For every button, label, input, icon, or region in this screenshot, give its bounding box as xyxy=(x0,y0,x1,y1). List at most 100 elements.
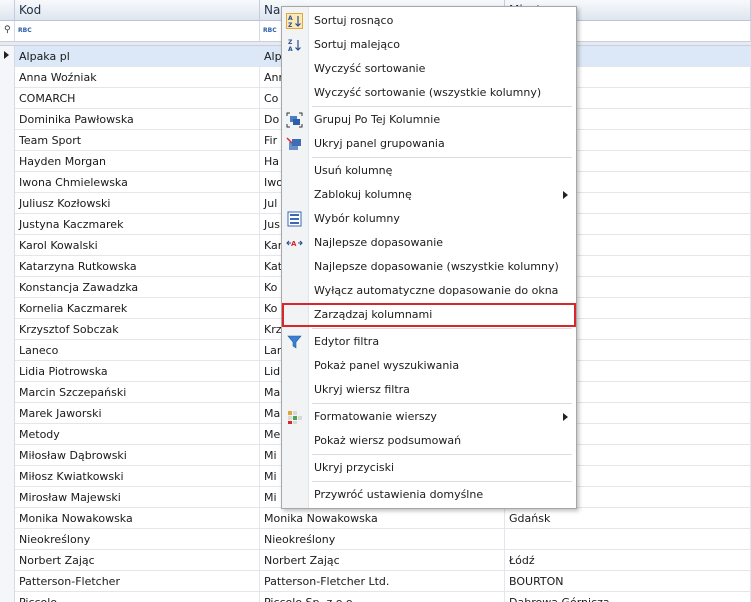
row-indicator[interactable] xyxy=(0,151,15,172)
row-indicator[interactable] xyxy=(0,172,15,193)
row-indicator[interactable] xyxy=(0,130,15,151)
row-indicator[interactable] xyxy=(0,361,15,382)
submenu-arrow-icon xyxy=(563,413,568,421)
best-fit-icon: A xyxy=(286,235,303,251)
cell-kod[interactable]: Dominika Pawłowska xyxy=(15,109,260,130)
row-indicator[interactable] xyxy=(0,67,15,88)
cell-kod[interactable]: Justyna Kaczmarek xyxy=(15,214,260,235)
menu-item-usun-kolumne[interactable]: Usuń kolumnę xyxy=(282,159,576,183)
row-indicator[interactable] xyxy=(0,529,15,550)
menu-item-label: Przywróć ustawienia domyślne xyxy=(314,488,484,501)
menu-item-label: Pokaż panel wyszukiwania xyxy=(314,359,460,372)
menu-item-pokaz-wiersz-podsumowan[interactable]: Pokaż wiersz podsumowań xyxy=(282,429,576,453)
table-row[interactable]: Norbert Zając Norbert Zając Łódź xyxy=(0,550,751,571)
cell-miasto[interactable]: Gdańsk xyxy=(505,508,751,529)
row-indicator[interactable] xyxy=(0,277,15,298)
cell-kod[interactable]: Alpaka pl xyxy=(15,46,260,67)
cell-nazwa[interactable]: Norbert Zając xyxy=(260,550,505,571)
menu-item-ukryj-przyciski[interactable]: Ukryj przyciski xyxy=(282,456,576,480)
cell-kod[interactable]: COMARCH xyxy=(15,88,260,109)
menu-item-wylacz-automatyczne-dopasowanie-do-okna[interactable]: Wyłącz automatyczne dopasowanie do okna xyxy=(282,279,576,303)
menu-item-wyczysc-sortowanie[interactable]: Wyczyść sortowanie xyxy=(282,57,576,81)
cell-nazwa[interactable]: Nieokreślony xyxy=(260,529,505,550)
row-indicator[interactable] xyxy=(0,319,15,340)
cell-kod[interactable]: Mirosław Majewski xyxy=(15,487,260,508)
menu-item-sortuj-malejaco[interactable]: Z A Sortuj malejąco xyxy=(282,33,576,57)
cell-kod[interactable]: Juliusz Kozłowski xyxy=(15,193,260,214)
cell-kod[interactable]: Norbert Zając xyxy=(15,550,260,571)
cell-kod[interactable]: Marcin Szczepański xyxy=(15,382,260,403)
menu-item-wyczysc-sortowanie-wszystkie-kolumny[interactable]: Wyczyść sortowanie (wszystkie kolumny) xyxy=(282,81,576,105)
cell-kod[interactable]: Monika Nowakowska xyxy=(15,508,260,529)
row-indicator[interactable] xyxy=(0,403,15,424)
row-indicator[interactable] xyxy=(0,235,15,256)
menu-item-formatowanie-wierszy[interactable]: Formatowanie wierszy xyxy=(282,405,576,429)
cell-miasto[interactable]: Dąbrowa Górnicza xyxy=(505,592,751,602)
cell-miasto[interactable]: BOURTON xyxy=(505,571,751,592)
row-indicator[interactable] xyxy=(0,508,15,529)
row-indicator[interactable] xyxy=(0,550,15,571)
cell-kod[interactable]: Metody xyxy=(15,424,260,445)
cell-nazwa[interactable]: Monika Nowakowska xyxy=(260,508,505,529)
menu-item-przywroc-ustawienia-domyslne[interactable]: Przywróć ustawienia domyślne xyxy=(282,483,576,507)
menu-item-ukryj-panel-grupowania[interactable]: Ukryj panel grupowania xyxy=(282,132,576,156)
cell-kod[interactable]: Karol Kowalski xyxy=(15,235,260,256)
table-row[interactable]: Monika Nowakowska Monika Nowakowska Gdańsk xyxy=(0,508,751,529)
cell-kod[interactable]: Hayden Morgan xyxy=(15,151,260,172)
row-indicator[interactable] xyxy=(0,466,15,487)
cell-kod[interactable]: Miłosz Kwiatkowski xyxy=(15,466,260,487)
row-indicator[interactable] xyxy=(0,109,15,130)
menu-item-ukryj-wiersz-filtra[interactable]: Ukryj wiersz filtra xyxy=(282,378,576,402)
row-indicator[interactable] xyxy=(0,88,15,109)
menu-item-pokaz-panel-wyszukiwania[interactable]: Pokaż panel wyszukiwania xyxy=(282,354,576,378)
cell-kod[interactable]: Kornelia Kaczmarek xyxy=(15,298,260,319)
table-row[interactable]: PiccoloPiccolo Sp. z o.o.Dąbrowa Górnicz… xyxy=(0,592,751,602)
cell-kod[interactable]: Piccolo xyxy=(15,592,260,602)
cell-nazwa[interactable]: Patterson-Fletcher Ltd. xyxy=(260,571,505,592)
cell-miasto[interactable] xyxy=(505,529,751,550)
menu-item-zablokuj-kolumne[interactable]: Zablokuj kolumnę xyxy=(282,183,576,207)
cell-kod[interactable]: Katarzyna Rutkowska xyxy=(15,256,260,277)
cell-kod[interactable]: Iwona Chmielewska xyxy=(15,172,260,193)
row-indicator[interactable] xyxy=(0,571,15,592)
cell-kod[interactable]: Team Sport xyxy=(15,130,260,151)
menu-item-wybor-kolumny[interactable]: Wybór kolumny xyxy=(282,207,576,231)
row-indicator[interactable] xyxy=(0,382,15,403)
menu-item-label: Wyłącz automatyczne dopasowanie do okna xyxy=(314,284,559,297)
menu-item-grupuj-po-tej-kolumnie[interactable]: Grupuj Po Tej Kolumnie xyxy=(282,108,576,132)
table-row[interactable]: Patterson-Fletcher Patterson-Fletcher Ltd… xyxy=(0,571,751,592)
row-indicator[interactable] xyxy=(0,193,15,214)
cell-kod[interactable]: Miłosław Dąbrowski xyxy=(15,445,260,466)
cell-kod[interactable]: Laneco xyxy=(15,340,260,361)
menu-separator xyxy=(312,481,572,482)
column-header-kod[interactable]: Kod xyxy=(15,0,260,20)
menu-item-label: Najlepsze dopasowanie (wszystkie kolumny… xyxy=(314,260,559,273)
cell-kod[interactable]: Krzysztof Sobczak xyxy=(15,319,260,340)
row-indicator[interactable] xyxy=(0,340,15,361)
row-indicator[interactable] xyxy=(0,592,15,602)
row-indicator[interactable] xyxy=(0,487,15,508)
cell-kod[interactable]: Konstancja Zawadzka xyxy=(15,277,260,298)
sort-ascending-icon: AZ xyxy=(286,13,303,29)
row-indicator[interactable] xyxy=(0,256,15,277)
cell-kod[interactable]: Nieokreślony xyxy=(15,529,260,550)
filter-cell-kod[interactable]: RBC xyxy=(15,21,260,41)
menu-separator xyxy=(312,106,572,107)
cell-miasto[interactable]: Łódź xyxy=(505,550,751,571)
cell-kod[interactable]: Lidia Piotrowska xyxy=(15,361,260,382)
table-row[interactable]: Nieokreślony Nieokreślony xyxy=(0,529,751,550)
cell-kod[interactable]: Patterson-Fletcher xyxy=(15,571,260,592)
row-indicator[interactable] xyxy=(0,424,15,445)
row-indicator[interactable] xyxy=(0,46,15,67)
menu-item-najlepsze-dopasowanie[interactable]: A Najlepsze dopasowanie xyxy=(282,231,576,255)
menu-item-najlepsze-dopasowanie-wszystkie-kolumny[interactable]: Najlepsze dopasowanie (wszystkie kolumny… xyxy=(282,255,576,279)
row-indicator[interactable] xyxy=(0,445,15,466)
cell-nazwa[interactable]: Piccolo Sp. z o.o. xyxy=(260,592,505,602)
menu-item-edytor-filtra[interactable]: Edytor filtra xyxy=(282,330,576,354)
cell-kod[interactable]: Anna Woźniak xyxy=(15,67,260,88)
cell-kod[interactable]: Marek Jaworski xyxy=(15,403,260,424)
menu-item-zarzadzaj-kolumnami[interactable]: Zarządzaj kolumnami xyxy=(282,303,576,327)
row-indicator[interactable] xyxy=(0,214,15,235)
menu-item-sortuj-rosnaco[interactable]: A Z Sortuj rosnąco xyxy=(282,9,576,33)
row-indicator[interactable] xyxy=(0,298,15,319)
